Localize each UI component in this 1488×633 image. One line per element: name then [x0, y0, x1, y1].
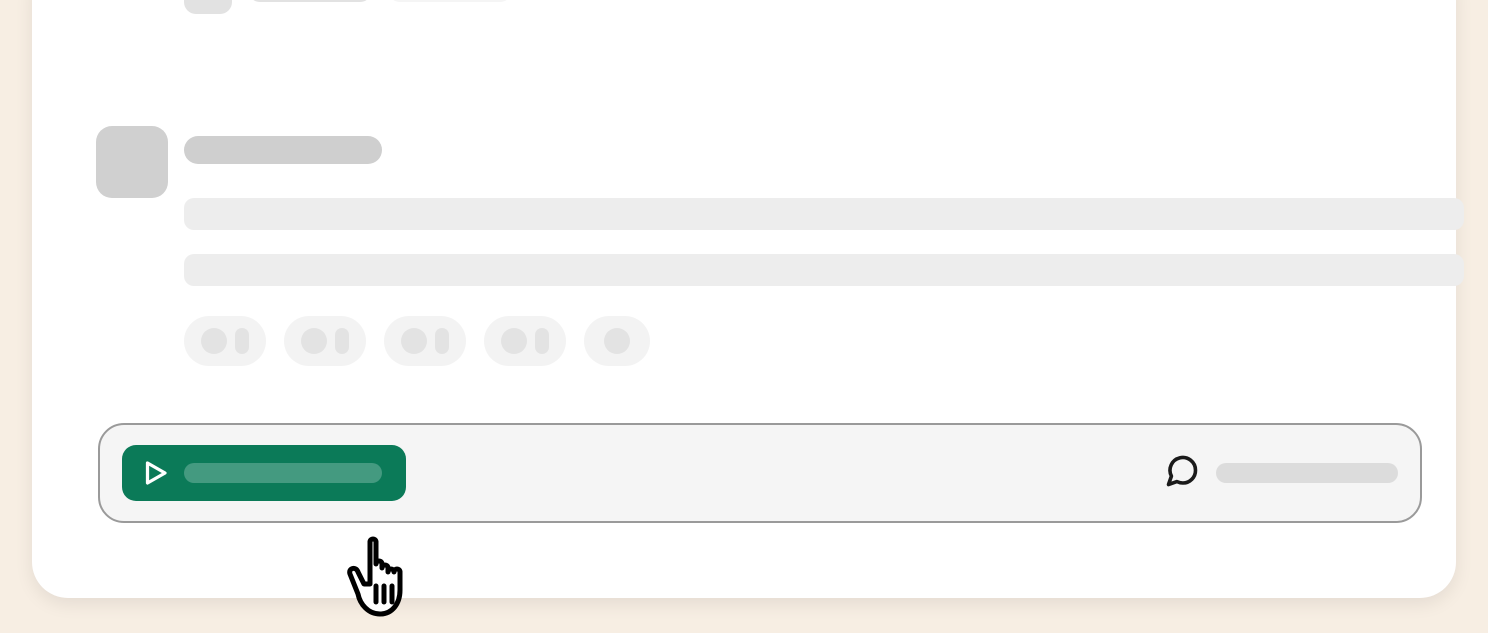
- comment-label: [1216, 463, 1398, 483]
- reaction-count: [335, 328, 349, 354]
- message-author-skeleton: [184, 136, 382, 164]
- reply-name-skeleton: [248, 0, 372, 2]
- message-body-line: [184, 198, 1464, 230]
- reactions-row: [184, 316, 650, 366]
- play-icon: [140, 458, 170, 488]
- reaction-emoji-icon: [501, 328, 527, 354]
- comment-icon: [1164, 453, 1200, 494]
- reaction-pill[interactable]: [284, 316, 366, 366]
- reaction-pill[interactable]: [484, 316, 566, 366]
- reaction-emoji-icon: [201, 328, 227, 354]
- message-body-line: [184, 254, 1464, 286]
- reaction-pill[interactable]: [184, 316, 266, 366]
- card-panel: [32, 0, 1456, 598]
- message-avatar: [96, 126, 168, 198]
- reaction-count: [235, 328, 249, 354]
- reply-avatar: [184, 0, 232, 14]
- reaction-count: [435, 328, 449, 354]
- thread-reply: [184, 0, 512, 14]
- reaction-pill[interactable]: [384, 316, 466, 366]
- run-button-label: [184, 463, 382, 483]
- composer-bar: [98, 423, 1422, 523]
- add-reaction-button[interactable]: [584, 316, 650, 366]
- add-reaction-icon: [604, 328, 630, 354]
- reaction-count: [535, 328, 549, 354]
- run-button[interactable]: [122, 445, 406, 501]
- reaction-emoji-icon: [401, 328, 427, 354]
- reply-meta-skeleton: [388, 0, 512, 2]
- comment-action[interactable]: [1164, 453, 1398, 494]
- reaction-emoji-icon: [301, 328, 327, 354]
